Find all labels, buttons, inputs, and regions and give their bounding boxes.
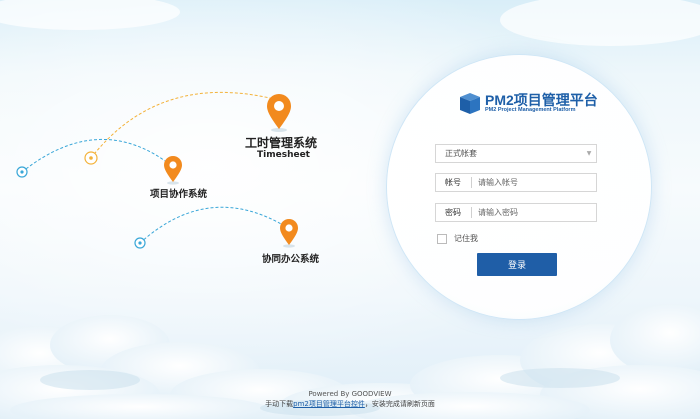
account-label: 帐号 xyxy=(445,178,461,187)
account-type-value: 正式帐套 xyxy=(445,149,477,158)
password-input[interactable] xyxy=(478,208,578,217)
route-line xyxy=(139,206,289,244)
download-plugin-link[interactable]: pm2项目管理平台控件 xyxy=(293,400,365,408)
origin-dot-icon xyxy=(134,237,146,249)
account-type-select[interactable]: 正式帐套 ▼ xyxy=(435,144,597,163)
chevron-down-icon[interactable]: ▼ xyxy=(582,150,596,157)
location-pin-icon xyxy=(164,156,182,185)
origin-dot-icon xyxy=(16,166,28,178)
account-field: 帐号 xyxy=(435,173,597,192)
download-suffix: ，安装完成请刷新页面 xyxy=(364,400,435,408)
login-button[interactable]: 登录 xyxy=(477,253,557,276)
system-subtitle-timesheet: Timesheet xyxy=(257,150,310,160)
system-title-project-collab: 项目协作系统 xyxy=(150,189,208,200)
remember-checkbox[interactable] xyxy=(437,233,447,244)
password-label: 密码 xyxy=(445,208,461,217)
password-field: 密码 xyxy=(435,203,597,222)
remember-me[interactable]: 记住我 xyxy=(437,233,478,244)
download-prefix: 手动下载 xyxy=(265,400,294,408)
brand-subtitle: PM2 Project Management Platform xyxy=(485,107,576,113)
location-pin-icon xyxy=(267,94,291,132)
origin-dot-icon xyxy=(84,151,98,165)
pm2-logo-icon xyxy=(460,93,480,114)
powered-by: Powered By GOODVIEW xyxy=(308,390,392,398)
download-notice: 手动下载pm2项目管理平台控件，安装完成请刷新页面 xyxy=(0,399,700,409)
system-title-office-collab: 协同办公系统 xyxy=(262,254,320,265)
remember-label: 记住我 xyxy=(454,234,478,243)
field-divider xyxy=(471,177,472,188)
location-pin-icon xyxy=(280,219,298,248)
field-divider xyxy=(471,207,472,218)
account-input[interactable] xyxy=(478,178,578,187)
system-title-timesheet: 工时管理系统 xyxy=(245,136,318,150)
